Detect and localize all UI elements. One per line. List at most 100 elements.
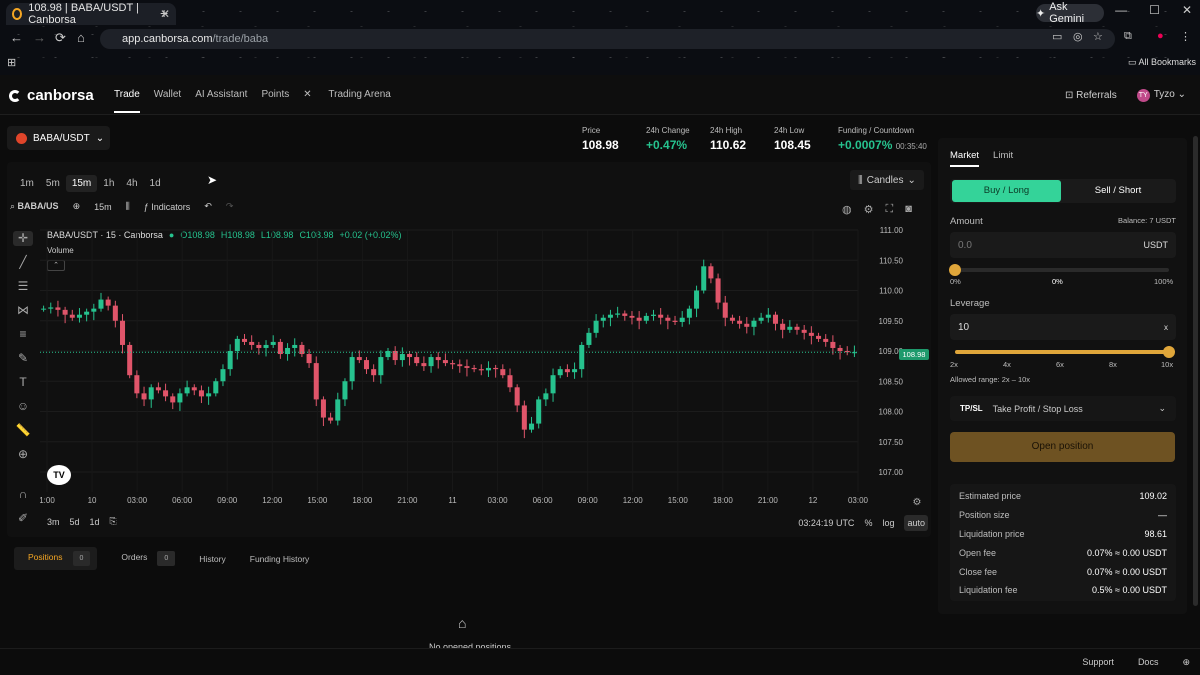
star-icon[interactable]: ☆ (1093, 30, 1103, 43)
forward-icon[interactable]: → (33, 30, 46, 45)
nav-trade[interactable]: Trade (114, 89, 140, 113)
brush-icon[interactable]: ✎ (18, 351, 28, 366)
auto-toggle[interactable]: auto (904, 515, 928, 531)
bar-style-icon[interactable]: ⫼ (126, 201, 130, 212)
add-symbol-icon[interactable]: ⊕ (73, 201, 81, 212)
home-icon[interactable]: ⌂ (77, 30, 85, 45)
fullscreen-icon[interactable]: ⛶ (885, 203, 893, 216)
text-icon[interactable]: T (19, 375, 26, 390)
date-range-icon[interactable]: ⎘ (110, 516, 117, 527)
globe-icon[interactable]: ⊕ (1182, 657, 1190, 668)
trend-line-icon[interactable]: ╱ (19, 255, 26, 270)
tab-market[interactable]: Market (950, 150, 980, 167)
extensions-icon[interactable]: ⧉ (1124, 30, 1132, 43)
referrals-link[interactable]: ⊡ Referrals (1065, 90, 1117, 101)
symbol-label: BABA/USDT (33, 132, 90, 144)
tab-orders[interactable]: Orders 0 (107, 547, 182, 570)
lock-draw-icon[interactable]: ✐ (18, 511, 28, 526)
user-menu[interactable]: TY Tyzo ⌄ (1136, 89, 1186, 102)
indicators-button[interactable]: ƒ Indicators (144, 202, 191, 212)
range-1d[interactable]: 1d (90, 517, 100, 527)
leverage-slider[interactable] (955, 346, 1175, 358)
tf-4h[interactable]: 4h (120, 175, 143, 192)
amount-slider[interactable] (949, 264, 1169, 276)
close-window-icon[interactable]: ✕ (1182, 3, 1192, 17)
tf-1d[interactable]: 1d (144, 175, 167, 192)
undo-icon[interactable]: ↶ (204, 201, 212, 212)
referrals-label: Referrals (1076, 90, 1117, 101)
browser-tab[interactable]: 108.98 | BABA/USDT | Canborsa ✕ (6, 2, 176, 26)
range-5d[interactable]: 5d (70, 517, 80, 527)
tab-limit[interactable]: Limit (993, 150, 1013, 161)
tab-history[interactable]: History (192, 550, 232, 568)
symbol-search[interactable]: ⌕ BABA/US (10, 201, 59, 212)
camera-icon[interactable]: ◙ (905, 203, 912, 216)
profile-avatar-icon[interactable]: ● (1157, 30, 1164, 42)
tab-funding-history[interactable]: Funding History (243, 550, 317, 568)
emoji-icon[interactable]: ☺ (17, 399, 29, 414)
ask-gemini-button[interactable]: ✦ Ask Gemini (1036, 1, 1104, 25)
candle-body (328, 417, 334, 421)
horizontal-lines-icon[interactable]: ☰ (18, 279, 29, 294)
range-3m[interactable]: 3m (47, 517, 60, 527)
pattern-icon[interactable]: ⋈ (17, 303, 29, 318)
zoom-in-icon[interactable]: ⊕ (18, 447, 28, 462)
tf-1m[interactable]: 1m (14, 175, 40, 192)
tab-orders-label: Orders (121, 552, 148, 562)
ruler-icon[interactable]: 📏 (16, 423, 31, 438)
open-position-button[interactable]: Open position (950, 432, 1175, 462)
x-tick-label: 06:00 (533, 496, 554, 505)
candle-body (249, 341, 255, 345)
new-tab-button[interactable]: + (160, 5, 168, 21)
candlestick-chart[interactable]: 111.00110.50110.00109.50109.00108.50108.… (40, 226, 930, 511)
tf-1h[interactable]: 1h (97, 175, 120, 192)
tf-15m[interactable]: 15m (65, 175, 98, 192)
docs-link[interactable]: Docs (1138, 657, 1159, 668)
chart-type-dropdown[interactable]: ⫼ Candles ⌄ (850, 170, 924, 190)
eye-off-icon[interactable]: ◎ (1073, 30, 1083, 43)
leverage-slider-handle[interactable] (1163, 346, 1175, 358)
cast-icon[interactable]: ▭ (1052, 30, 1062, 43)
browser-menu-icon[interactable]: ⋮ (1180, 30, 1191, 43)
candle-body (507, 375, 513, 388)
address-bar[interactable]: app.canborsa.com/trade/baba (100, 29, 1115, 49)
apps-grid-icon[interactable]: ⊞ (7, 56, 16, 69)
tpsl-dropdown[interactable]: TP/SL Take Profit / Stop Loss ⌄ (950, 396, 1176, 421)
logo[interactable]: canborsa (9, 87, 94, 104)
nav-points[interactable]: Points (261, 89, 289, 100)
fib-icon[interactable]: ≡ (19, 327, 26, 342)
symbol-selector[interactable]: BABA/USDT ⌄ (7, 126, 110, 150)
tab-positions[interactable]: Positions 0 (14, 547, 98, 570)
buy-long-button[interactable]: Buy / Long (952, 180, 1061, 202)
zoom-icon[interactable]: ◍ (842, 203, 852, 216)
leverage-input[interactable]: 10 x (950, 314, 1176, 340)
amount-input[interactable]: 0.0 USDT (950, 232, 1176, 258)
scrollbar[interactable] (1193, 136, 1198, 606)
x-tick-label: 11 (448, 496, 457, 505)
settings-icon[interactable]: ⚙ (864, 203, 874, 216)
log-toggle[interactable]: log (882, 518, 894, 528)
lev-tick-10x: 10x (1161, 360, 1174, 369)
percent-toggle[interactable]: % (864, 518, 872, 528)
nav-wallet[interactable]: Wallet (154, 89, 181, 100)
utc-time[interactable]: 03:24:19 UTC (798, 518, 854, 528)
all-bookmarks[interactable]: ▭ All Bookmarks (1128, 57, 1196, 68)
sell-short-button[interactable]: Sell / Short (1063, 180, 1173, 202)
nav-ai-assistant[interactable]: AI Assistant (195, 89, 247, 100)
interval-button[interactable]: 15m (94, 202, 112, 212)
crosshair-icon[interactable]: ✛ (13, 231, 33, 246)
redo-icon[interactable]: ↷ (226, 201, 234, 212)
back-icon[interactable]: ← (10, 30, 23, 45)
candle-body (170, 396, 176, 403)
candle-body (191, 387, 197, 391)
support-link[interactable]: Support (1082, 657, 1114, 668)
reload-icon[interactable]: ⟳ (55, 30, 66, 46)
tf-5m[interactable]: 5m (40, 175, 66, 192)
maximize-icon[interactable]: ☐ (1149, 3, 1160, 17)
nav-trading-arena[interactable]: ✕ Trading Arena (303, 89, 405, 100)
candle-body (184, 387, 190, 394)
amount-slider-handle[interactable] (949, 264, 961, 276)
tradingview-logo-icon[interactable]: TV (47, 465, 71, 485)
minimize-icon[interactable]: — (1115, 3, 1127, 17)
magnet-icon[interactable]: ∩ (19, 487, 28, 502)
